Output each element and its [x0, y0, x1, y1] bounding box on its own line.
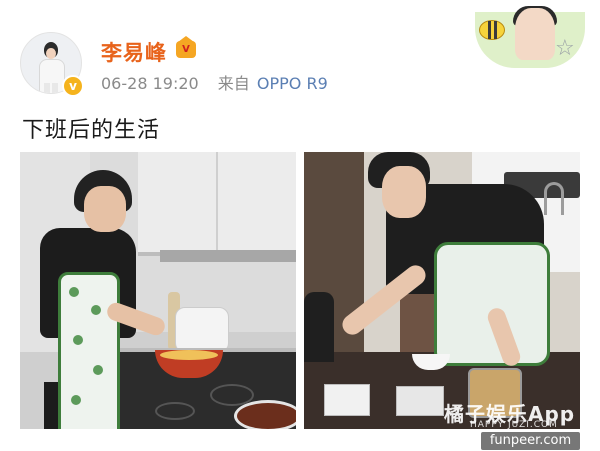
avatar-leg	[44, 83, 50, 93]
photo-right[interactable]	[304, 152, 580, 429]
bee-sticker-icon	[479, 20, 505, 40]
source-prefix: 来自	[217, 74, 250, 93]
dish-plate	[234, 400, 296, 429]
other-person	[304, 292, 334, 362]
apron-pattern	[91, 305, 101, 315]
watermark-sub: HAPPY JUZI.COM	[470, 420, 558, 430]
avatar-leg	[52, 83, 58, 93]
apron	[434, 242, 550, 366]
person-face	[84, 186, 126, 232]
apron-pattern	[71, 395, 81, 405]
burner-ring	[155, 402, 195, 420]
post-meta: 06-28 19:20 来自 OPPO R9	[101, 70, 328, 94]
photo-left[interactable]	[20, 152, 296, 429]
rice-cooker	[175, 307, 229, 353]
apron	[58, 272, 120, 429]
apron-pattern	[93, 365, 103, 375]
food-container	[324, 384, 370, 416]
faucet-icon	[544, 182, 564, 215]
site-tag: funpeer.com	[481, 432, 580, 450]
weibo-post: v 李易峰 V 06-28 19:20 来自 OPPO R9 ☆ 下班后的生活	[0, 0, 600, 451]
apron-pattern	[69, 287, 79, 297]
apron-pattern	[73, 335, 83, 345]
verified-badge-icon: v	[62, 75, 84, 97]
sticker-portrait-icon	[515, 8, 555, 60]
food-container	[396, 386, 444, 416]
pan-food	[160, 350, 218, 360]
star-icon[interactable]: ☆	[555, 38, 575, 60]
source-link[interactable]: OPPO R9	[257, 74, 328, 93]
post-text: 下班后的生活	[22, 118, 161, 143]
avatar-face	[46, 48, 56, 59]
person-face	[382, 166, 426, 218]
username[interactable]: 李易峰	[101, 37, 167, 67]
cabinet-seam	[216, 152, 218, 252]
vip-crown-icon: V	[176, 36, 196, 58]
range-hood	[160, 250, 296, 262]
post-time: 06-28 19:20	[101, 74, 199, 93]
